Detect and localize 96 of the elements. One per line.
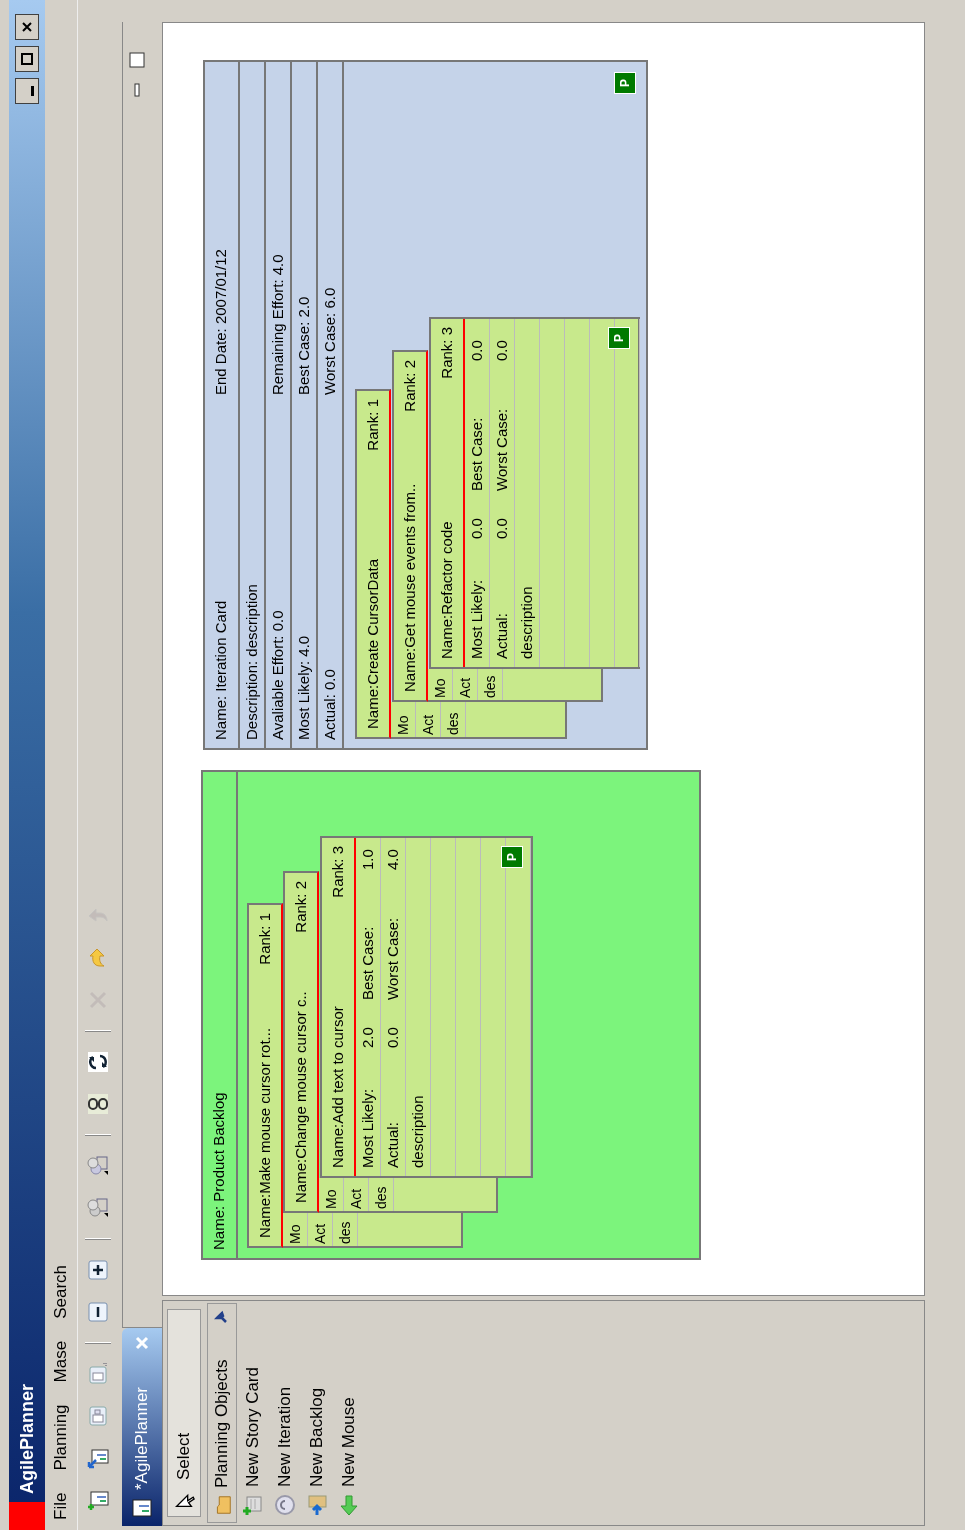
backlog-name: Name: Product Backlog (209, 1092, 229, 1250)
trees-icon (85, 1154, 110, 1178)
card-header[interactable]: Name:Get mouse events from.. Rank: 2 (392, 350, 428, 702)
chart-plus-icon (85, 1488, 110, 1512)
card-field: des (442, 712, 464, 735)
card-name: Name:Change mouse cursor c.. (290, 991, 310, 1203)
card-field: des (370, 1186, 392, 1209)
plus-icon (85, 1258, 110, 1282)
close-button[interactable] (15, 14, 39, 40)
card-field: Act (345, 1188, 367, 1209)
iteration-field: Actual: 0.0 (318, 395, 342, 740)
palette-item[interactable]: New Story Card (237, 1301, 269, 1525)
maximize-button[interactable] (15, 46, 39, 72)
card-name: Name:Get mouse events from.. (399, 483, 419, 692)
badge: P (614, 72, 636, 94)
card-field: Best Case: (465, 361, 489, 491)
card-field: Mo (284, 1224, 306, 1244)
card-rank: Rank: 3 (436, 327, 456, 379)
card-name: Name:Make mouse cursor rot... (254, 1027, 274, 1238)
iteration-end-date: End Date: 2007/01/12 (211, 249, 231, 395)
card-rank: Rank: 2 (290, 881, 310, 933)
menu-item[interactable]: Mase (48, 1340, 74, 1383)
drawer-title: Planning Objects (211, 1358, 233, 1488)
link-icon (85, 1092, 110, 1116)
menu-item[interactable]: Search (48, 1264, 74, 1319)
card-field: Act (454, 677, 476, 698)
minus-icon (85, 1300, 110, 1324)
folder-arrow-icon (305, 1493, 329, 1517)
card-value: 0.0 (382, 1026, 402, 1048)
card-plus-icon (241, 1493, 265, 1517)
window-title: AgilePlanner (15, 1382, 38, 1494)
iteration-field: Avaliable Effort: 0.0 (266, 395, 290, 740)
minimize-button[interactable] (15, 78, 39, 104)
palette-item[interactable]: New Mouse (333, 1301, 365, 1525)
card-field: Mo (320, 1189, 342, 1209)
refresh-icon (85, 1050, 110, 1074)
drawer-header[interactable]: Planning Objects (207, 1303, 237, 1523)
maximize-icon (21, 53, 33, 65)
card-value: 1.0 (357, 849, 377, 870)
card-value: 0.0 (466, 517, 486, 539)
iteration-field: Most Likely: 4.0 (292, 395, 316, 740)
chart-icon (131, 1498, 153, 1518)
card-value: 4.0 (382, 849, 402, 870)
card-field: Act (417, 714, 439, 735)
card-field: description (406, 1048, 430, 1168)
backlog-panel[interactable] (201, 770, 701, 1260)
card-field: Best Case: (356, 870, 380, 1000)
card-field: des (334, 1221, 356, 1244)
tab-title: *AgilePlanner (131, 1386, 153, 1490)
card-name: Name:Refactor code (436, 521, 456, 659)
card-header[interactable]: Name:Create CursorData Rank: 1 (355, 389, 391, 739)
trees-icon (85, 1196, 110, 1220)
maximize-view-icon (129, 52, 145, 68)
card-field: Actual: (381, 1048, 405, 1168)
card-value: 0.0 (491, 340, 511, 361)
card-field: Most Likely: (356, 1048, 380, 1168)
card-field: Worst Case: (490, 361, 514, 491)
close-icon (21, 21, 33, 33)
menu-item[interactable]: File (48, 1492, 74, 1520)
app-icon (9, 1502, 45, 1530)
menu-item[interactable]: Planning (48, 1404, 74, 1471)
card-field: Worst Case: (381, 870, 405, 1000)
card-header[interactable]: Name:Make mouse cursor rot... Rank: 1 (247, 903, 283, 1248)
card-rank: Rank: 1 (254, 913, 274, 965)
badge: P (608, 327, 630, 349)
card-field: Mo (392, 715, 414, 735)
palette-item[interactable]: New Backlog (301, 1301, 333, 1525)
iteration-description: Description: description (241, 584, 261, 740)
card-name: Name:Create CursorData (362, 558, 382, 729)
card-field: Most Likely: (465, 539, 489, 659)
iteration-field: Best Case: 2.0 (292, 296, 316, 395)
badge: P (501, 846, 523, 868)
card-field: description (515, 539, 539, 659)
card-value: 0.0 (466, 340, 486, 361)
iteration-field: Worst Case: 6.0 (318, 287, 342, 395)
select-tool[interactable]: Select (167, 1309, 201, 1517)
card-rank: Rank: 1 (362, 399, 382, 451)
card-field: Actual: (490, 539, 514, 659)
card-field: des (479, 675, 501, 698)
card-field: Mo (429, 678, 451, 698)
card-rank: Rank: 3 (327, 846, 347, 898)
card-header[interactable]: Name:Change mouse cursor c.. Rank: 2 (283, 871, 319, 1213)
minimize-icon (30, 86, 34, 96)
card-name: Name:Add text to cursor (327, 1006, 347, 1168)
card-value: 2.0 (357, 1026, 377, 1048)
arrow-left-icon (337, 1493, 361, 1517)
card-field: Act (309, 1223, 331, 1244)
card-rank: Rank: 2 (399, 360, 419, 412)
iteration-name: Name: Iteration Card (211, 599, 231, 740)
iteration-panel[interactable] (203, 60, 648, 750)
iteration-field: Remaining Effort: 4.0 (266, 254, 290, 395)
chart-arrow-icon (85, 1446, 110, 1470)
editor-tab[interactable]: *AgilePlanner (122, 1328, 162, 1526)
card-value: 0.0 (491, 517, 511, 539)
close-icon (135, 1336, 149, 1350)
palette-item[interactable]: New Iteration (269, 1301, 301, 1525)
